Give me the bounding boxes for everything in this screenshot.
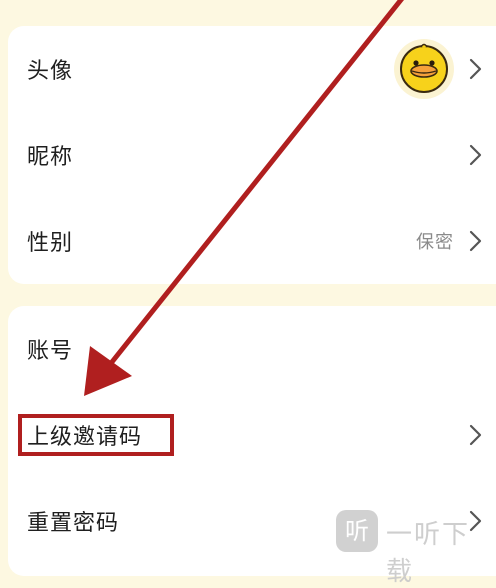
chevron-right-icon bbox=[469, 58, 482, 80]
gender-value: 保密 bbox=[416, 232, 454, 253]
watermark: 听 一听下载 bbox=[336, 504, 496, 587]
watermark-logo: 听 bbox=[336, 510, 378, 552]
avatar-row[interactable]: 头像 bbox=[8, 26, 496, 112]
account-row: 账号 bbox=[8, 306, 496, 392]
avatar bbox=[394, 39, 454, 99]
gender-row[interactable]: 性别 保密 bbox=[8, 198, 496, 284]
gender-label: 性别 bbox=[27, 231, 74, 256]
reset-password-label: 重置密码 bbox=[27, 511, 120, 536]
nickname-label: 昵称 bbox=[27, 145, 74, 170]
nickname-row[interactable]: 昵称 bbox=[8, 112, 496, 198]
watermark-text: 一听下载 bbox=[386, 520, 471, 587]
duck-avatar-icon bbox=[400, 43, 448, 93]
account-label: 账号 bbox=[27, 339, 74, 364]
annotation-highlight-box bbox=[18, 414, 174, 456]
chevron-right-icon bbox=[469, 424, 482, 446]
profile-card: 头像 昵称 性别 保密 bbox=[8, 26, 496, 284]
avatar-label: 头像 bbox=[27, 59, 74, 84]
chevron-right-icon bbox=[469, 230, 482, 252]
chevron-right-icon bbox=[469, 144, 482, 166]
